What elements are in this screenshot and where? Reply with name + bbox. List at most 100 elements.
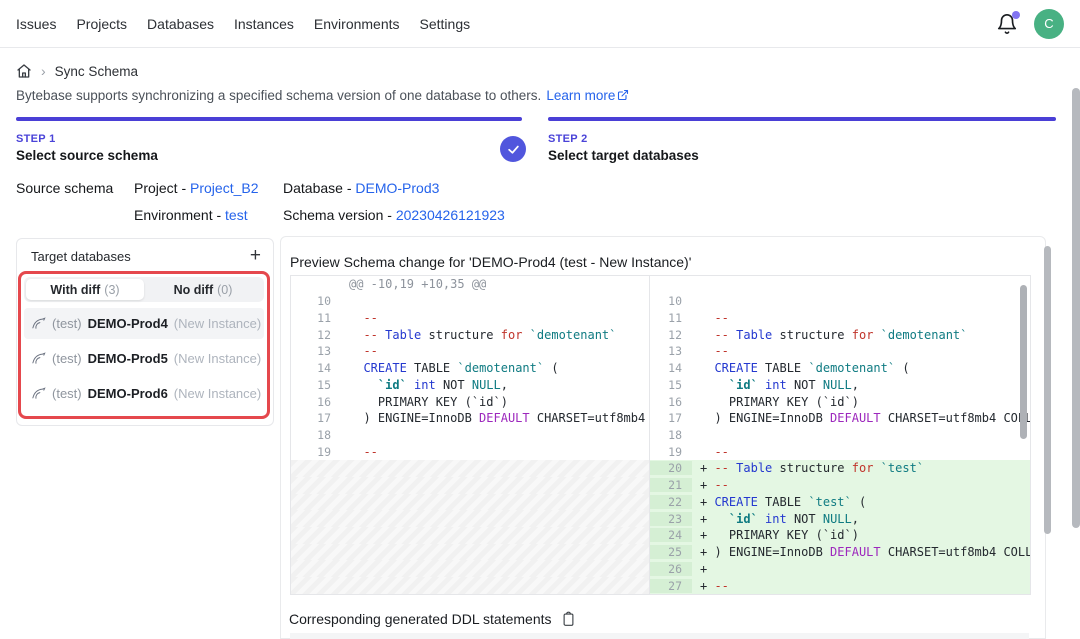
source-project-link[interactable]: Project_B2 bbox=[190, 180, 258, 196]
diff-filter-tabs: With diff(3) No diff(0) bbox=[24, 277, 264, 302]
line-number: 11 bbox=[650, 311, 692, 325]
diff-filler-line bbox=[291, 477, 649, 494]
diff-code-line: 18 bbox=[291, 427, 649, 444]
source-environment-field: Environment - test bbox=[134, 207, 248, 223]
line-number: 21 bbox=[650, 478, 692, 492]
diff-code-line: 12 -- Table structure for `demotenant` bbox=[291, 326, 649, 343]
line-number: 10 bbox=[291, 294, 341, 308]
ddl-title: Corresponding generated DDL statements bbox=[289, 611, 552, 627]
breadcrumb: › Sync Schema bbox=[16, 63, 138, 79]
page-scrollbar-thumb[interactable] bbox=[1072, 88, 1080, 528]
external-link-icon bbox=[617, 88, 629, 103]
target-databases-panel: Target databases + With diff(3) No diff(… bbox=[16, 238, 274, 426]
target-panel-header: Target databases + bbox=[17, 239, 273, 270]
line-number: 14 bbox=[291, 361, 341, 375]
page-description: Bytebase supports synchronizing a specif… bbox=[16, 88, 629, 103]
line-number: 17 bbox=[650, 411, 692, 425]
target-db-item-demo-prod5[interactable]: (test) DEMO-Prod5 (New Instance) bbox=[24, 343, 264, 374]
diff-filler-line bbox=[291, 544, 649, 561]
line-number: 10 bbox=[650, 294, 692, 308]
card-scrollbar-thumb[interactable] bbox=[1044, 246, 1051, 534]
diff-code-line: 12 -- Table structure for `demotenant` bbox=[650, 326, 1030, 343]
diff-code-line: 10 bbox=[650, 293, 1030, 310]
diff-code-line: 17 ) ENGINE=InnoDB DEFAULT CHARSET=utf8m… bbox=[291, 410, 649, 427]
line-number: 14 bbox=[650, 361, 692, 375]
diff-filler-line bbox=[291, 460, 649, 477]
diff-code-line: 16 PRIMARY KEY (`id`) bbox=[650, 393, 1030, 410]
diff-code-line: 13 -- bbox=[650, 343, 1030, 360]
diff-code-line: 22+ CREATE TABLE `test` ( bbox=[650, 494, 1030, 511]
line-number: 27 bbox=[650, 579, 692, 593]
source-version-field: Schema version - 20230426121923 bbox=[283, 207, 505, 223]
diff-code-line: 20+ -- Table structure for `test` bbox=[650, 460, 1030, 477]
line-number: 12 bbox=[650, 328, 692, 342]
line-number: 12 bbox=[291, 328, 341, 342]
nav-item-instances[interactable]: Instances bbox=[234, 16, 294, 32]
step2-label: Select target databases bbox=[548, 148, 699, 163]
step1-progress-bar bbox=[16, 117, 522, 121]
step1-eyebrow: STEP 1 bbox=[16, 133, 158, 145]
source-schema-label: Source schema bbox=[16, 180, 113, 196]
add-target-database-button[interactable]: + bbox=[250, 248, 261, 264]
line-number: 24 bbox=[650, 528, 692, 542]
diff-code-line: 16 PRIMARY KEY (`id`) bbox=[291, 393, 649, 410]
tab-no-diff[interactable]: No diff(0) bbox=[144, 279, 262, 300]
target-highlight-box: With diff(3) No diff(0) (test) DEMO-Prod… bbox=[18, 271, 270, 419]
copy-ddl-icon[interactable] bbox=[561, 611, 576, 627]
breadcrumb-page-title: Sync Schema bbox=[55, 64, 138, 79]
source-version-link[interactable]: 20230426121923 bbox=[396, 207, 505, 223]
line-number: 16 bbox=[291, 395, 341, 409]
target-db-item-demo-prod4[interactable]: (test) DEMO-Prod4 (New Instance) bbox=[24, 308, 264, 339]
line-number: 25 bbox=[650, 545, 692, 559]
line-number: 19 bbox=[291, 445, 341, 459]
preview-title: Preview Schema change for 'DEMO-Prod4 (t… bbox=[290, 254, 691, 270]
description-text: Bytebase supports synchronizing a specif… bbox=[16, 88, 541, 103]
diff-code-line bbox=[650, 276, 1030, 293]
step1-label: Select source schema bbox=[16, 148, 158, 163]
nav-item-projects[interactable]: Projects bbox=[76, 16, 127, 32]
mysql-icon bbox=[32, 352, 46, 365]
learn-more-link[interactable]: Learn more bbox=[546, 88, 629, 103]
tab-with-diff[interactable]: With diff(3) bbox=[26, 279, 144, 300]
home-icon[interactable] bbox=[16, 63, 32, 79]
target-database-list: (test) DEMO-Prod4 (New Instance) (test) … bbox=[24, 308, 264, 409]
step-1[interactable]: STEP 1 Select source schema bbox=[16, 133, 158, 163]
diff-code-line: 11 -- bbox=[650, 309, 1030, 326]
source-database-link[interactable]: DEMO-Prod3 bbox=[355, 180, 439, 196]
preview-card: Preview Schema change for 'DEMO-Prod4 (t… bbox=[280, 236, 1046, 639]
diff-code-line: 17 ) ENGINE=InnoDB DEFAULT CHARSET=utf8m… bbox=[650, 410, 1030, 427]
step1-completed-check-icon bbox=[500, 136, 526, 162]
ddl-code-block-top bbox=[290, 633, 1029, 639]
nav-item-databases[interactable]: Databases bbox=[147, 16, 214, 32]
diff-code-line: 24+ PRIMARY KEY (`id`) bbox=[650, 527, 1030, 544]
editor-scrollbar-thumb[interactable] bbox=[1020, 285, 1027, 439]
diff-code-line: 27+ -- bbox=[650, 577, 1030, 594]
line-number: 15 bbox=[650, 378, 692, 392]
line-number: 20 bbox=[650, 461, 692, 475]
mysql-icon bbox=[32, 317, 46, 330]
step2-progress-bar bbox=[548, 117, 1056, 121]
step-2[interactable]: STEP 2 Select target databases bbox=[548, 133, 699, 163]
diff-filler-line bbox=[291, 510, 649, 527]
diff-code-line: @@ -10,19 +10,35 @@ bbox=[291, 276, 649, 293]
ddl-section-header: Corresponding generated DDL statements bbox=[289, 611, 576, 627]
diff-code-line: 15 `id` int NOT NULL, bbox=[650, 376, 1030, 393]
nav-item-issues[interactable]: Issues bbox=[16, 16, 56, 32]
diff-code-line: 10 bbox=[291, 293, 649, 310]
source-environment-link[interactable]: test bbox=[225, 207, 248, 223]
line-number: 13 bbox=[291, 344, 341, 358]
notifications-bell-icon[interactable] bbox=[996, 13, 1018, 35]
nav-items: Issues Projects Databases Instances Envi… bbox=[16, 16, 470, 32]
diff-code-line: 14 CREATE TABLE `demotenant` ( bbox=[650, 360, 1030, 377]
top-navbar: Issues Projects Databases Instances Envi… bbox=[0, 0, 1080, 48]
diff-filler-line bbox=[291, 577, 649, 594]
diff-code-line: 21+ -- bbox=[650, 477, 1030, 494]
nav-item-environments[interactable]: Environments bbox=[314, 16, 400, 32]
diff-code-line: 18 bbox=[650, 427, 1030, 444]
line-number: 15 bbox=[291, 378, 341, 392]
avatar[interactable]: C bbox=[1034, 9, 1064, 39]
nav-item-settings[interactable]: Settings bbox=[420, 16, 471, 32]
diff-code-line: 19 -- bbox=[650, 443, 1030, 460]
target-db-item-demo-prod6[interactable]: (test) DEMO-Prod6 (New Instance) bbox=[24, 378, 264, 409]
diff-filler-line bbox=[291, 560, 649, 577]
